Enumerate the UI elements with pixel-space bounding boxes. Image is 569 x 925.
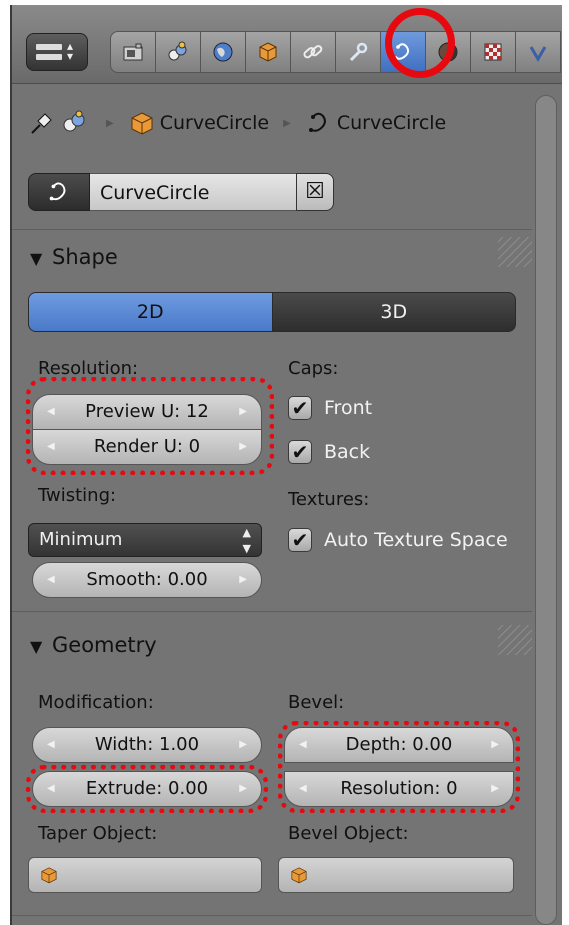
bevel-label: Bevel:: [288, 692, 345, 713]
caps-label: Caps:: [288, 358, 339, 379]
dimensions-toggle: 2D 3D: [28, 292, 516, 332]
twisting-label: Twisting:: [38, 485, 117, 506]
taper-object-label: Taper Object:: [38, 823, 158, 844]
tab-object[interactable]: [245, 31, 291, 73]
object-icon: [41, 867, 57, 884]
resolution-highlight-box: [26, 377, 274, 475]
modifiers-tab-icon: [349, 42, 368, 62]
tab-render[interactable]: [110, 31, 156, 73]
extrude-highlight-box: [26, 765, 268, 813]
browse-curve-data-button[interactable]: [28, 173, 90, 211]
curve-datablock-selector: CurveCircle ☒: [28, 173, 334, 211]
smooth-field[interactable]: ◀ Smooth: 0.00 ▶: [32, 562, 262, 598]
panel-drag-grip-icon[interactable]: [498, 625, 532, 655]
tab-texture[interactable]: [470, 31, 516, 73]
datablock-name-field[interactable]: CurveCircle: [90, 173, 296, 211]
front-caps-checkbox[interactable]: ✔ Front: [288, 393, 372, 423]
breadcrumb-separator-icon: ▶: [106, 117, 114, 129]
decrement-arrow-icon[interactable]: ◀: [47, 728, 55, 762]
textures-label: Textures:: [288, 489, 370, 510]
breadcrumb-data-name: CurveCircle: [336, 112, 447, 134]
increment-arrow-icon[interactable]: ▶: [239, 563, 247, 597]
tab-modifiers[interactable]: [335, 31, 381, 73]
object-tab-icon: [259, 42, 277, 62]
breadcrumb-separator-icon: ▶: [283, 117, 291, 129]
tab-constraints[interactable]: [290, 31, 336, 73]
curve-tab-highlight-circle: [385, 8, 455, 78]
separator: [12, 229, 532, 230]
updown-arrows-icon: ▲ ▼: [242, 526, 251, 555]
geometry-panel-header[interactable]: ▼ Geometry: [12, 623, 532, 673]
context-tabs: [110, 31, 562, 73]
object-icon: [291, 867, 307, 884]
scene-icon: [63, 110, 85, 132]
physics-tab-icon: [529, 46, 547, 62]
render-layers-tab-icon: [168, 41, 187, 61]
bevel-highlight-box: [278, 721, 520, 813]
curve-data-icon: [308, 112, 326, 132]
properties-tab-bar: ▴ ▾: [12, 5, 562, 84]
shape-panel-title: Shape: [52, 245, 118, 269]
curve-data-icon: [49, 182, 66, 201]
mode-3d-button[interactable]: 3D: [272, 292, 516, 332]
geometry-panel-title: Geometry: [52, 633, 157, 657]
resolution-label: Resolution:: [38, 358, 139, 379]
panel-drag-grip-icon[interactable]: [498, 237, 532, 267]
breadcrumb-object-name: CurveCircle: [159, 112, 270, 134]
separator: [12, 611, 532, 612]
bevel-object-field[interactable]: [278, 857, 514, 893]
breadcrumb: ▶ CurveCircle ▶ CurveCircle: [28, 105, 446, 141]
editor-type-menu-button[interactable]: ▴ ▾: [26, 33, 88, 71]
separator: [12, 915, 532, 916]
width-field[interactable]: ◀ Width: 1.00 ▶: [32, 727, 262, 763]
bevel-object-label: Bevel Object:: [288, 823, 409, 844]
vertical-scrollbar[interactable]: [535, 95, 557, 925]
twisting-method-dropdown[interactable]: Minimum ▲ ▼: [28, 523, 262, 557]
updown-arrows-icon: ▴ ▾: [67, 39, 74, 63]
tab-world[interactable]: [200, 31, 246, 73]
properties-editor: ▴ ▾ ▶ CurveCircle ▶ CurveCircle CurveCir…: [10, 5, 562, 925]
taper-object-field[interactable]: [28, 857, 262, 893]
decrement-arrow-icon[interactable]: ◀: [47, 563, 55, 597]
constraints-tab-icon: [303, 45, 323, 59]
collapse-triangle-icon: ▼: [30, 637, 43, 656]
mode-2d-button[interactable]: 2D: [28, 292, 273, 332]
modification-label: Modification:: [38, 692, 154, 713]
shape-panel-header[interactable]: ▼ Shape: [12, 235, 532, 285]
auto-texture-space-checkbox[interactable]: ✔ Auto Texture Space: [288, 525, 508, 555]
tab-render-layers[interactable]: [155, 31, 201, 73]
checkmark-icon: ✔: [288, 396, 312, 420]
collapse-triangle-icon: ▼: [30, 249, 43, 268]
unlink-datablock-button[interactable]: ☒: [296, 173, 334, 211]
texture-tab-icon: [484, 43, 502, 61]
pin-icon[interactable]: [28, 109, 56, 137]
world-tab-icon: [213, 42, 233, 62]
checkmark-icon: ✔: [288, 440, 312, 464]
render-tab-icon: [123, 43, 143, 61]
tab-physics[interactable]: [515, 31, 561, 73]
increment-arrow-icon[interactable]: ▶: [239, 728, 247, 762]
checkmark-icon: ✔: [288, 528, 312, 552]
object-icon: [131, 112, 153, 135]
back-caps-checkbox[interactable]: ✔ Back: [288, 437, 370, 467]
